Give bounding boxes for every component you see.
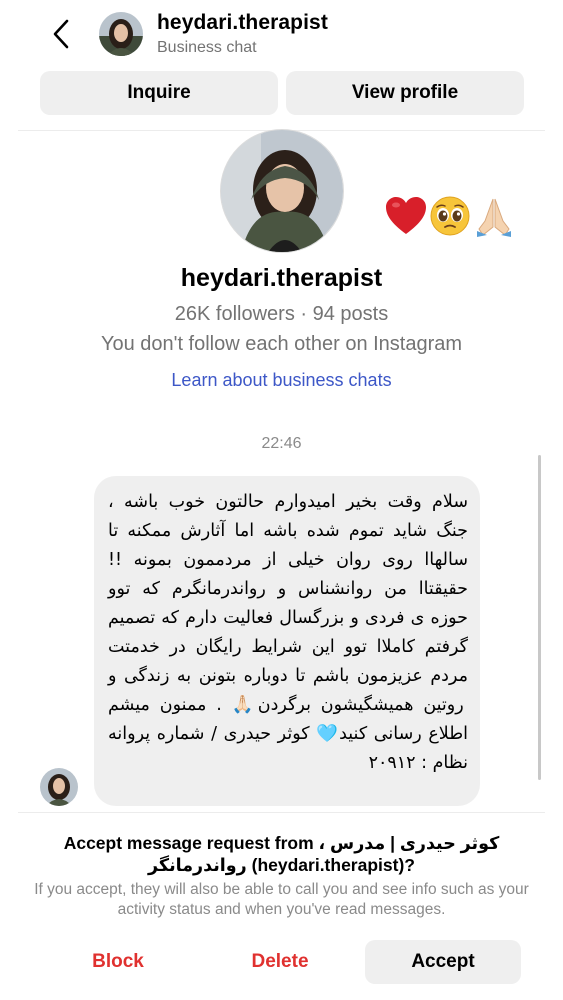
sender-avatar[interactable]: [40, 768, 78, 806]
inquire-button[interactable]: Inquire: [40, 71, 278, 115]
learn-business-chats-link[interactable]: Learn about business chats: [0, 370, 563, 391]
request-title: Accept message request from کوثر حیدری |…: [63, 833, 500, 875]
follow-status: You don't follow each other on Instagram: [100, 333, 463, 355]
chat-scrollbar[interactable]: [538, 455, 541, 780]
view-profile-button[interactable]: View profile: [286, 71, 524, 115]
folded-hands-icon: [472, 194, 516, 238]
request-description: If you accept, they will also be able to…: [34, 881, 529, 918]
red-heart-icon: [384, 194, 428, 238]
chat-header: heydari.therapist Business chat: [0, 0, 563, 68]
request-divider: [18, 812, 545, 813]
header-avatar[interactable]: [99, 12, 143, 56]
accept-button[interactable]: Accept: [365, 940, 521, 984]
reaction-emojis: [384, 194, 516, 238]
block-button[interactable]: Block: [60, 940, 176, 984]
profile-name: heydari.therapist: [180, 264, 383, 292]
header-username[interactable]: heydari.therapist: [157, 11, 328, 35]
header-subtitle: Business chat: [157, 39, 257, 56]
profile-stats: 26K followers · 94 posts: [174, 303, 389, 325]
profile-avatar[interactable]: [220, 129, 344, 253]
pleading-face-icon: [428, 194, 472, 238]
back-button[interactable]: [44, 14, 78, 54]
chevron-left-icon: [53, 19, 69, 49]
delete-button[interactable]: Delete: [222, 940, 338, 984]
message-timestamp: 22:46: [261, 435, 302, 452]
message-text: سلام وقت بخیر امیدوارم حالتون خوب باشه ،…: [108, 492, 468, 773]
